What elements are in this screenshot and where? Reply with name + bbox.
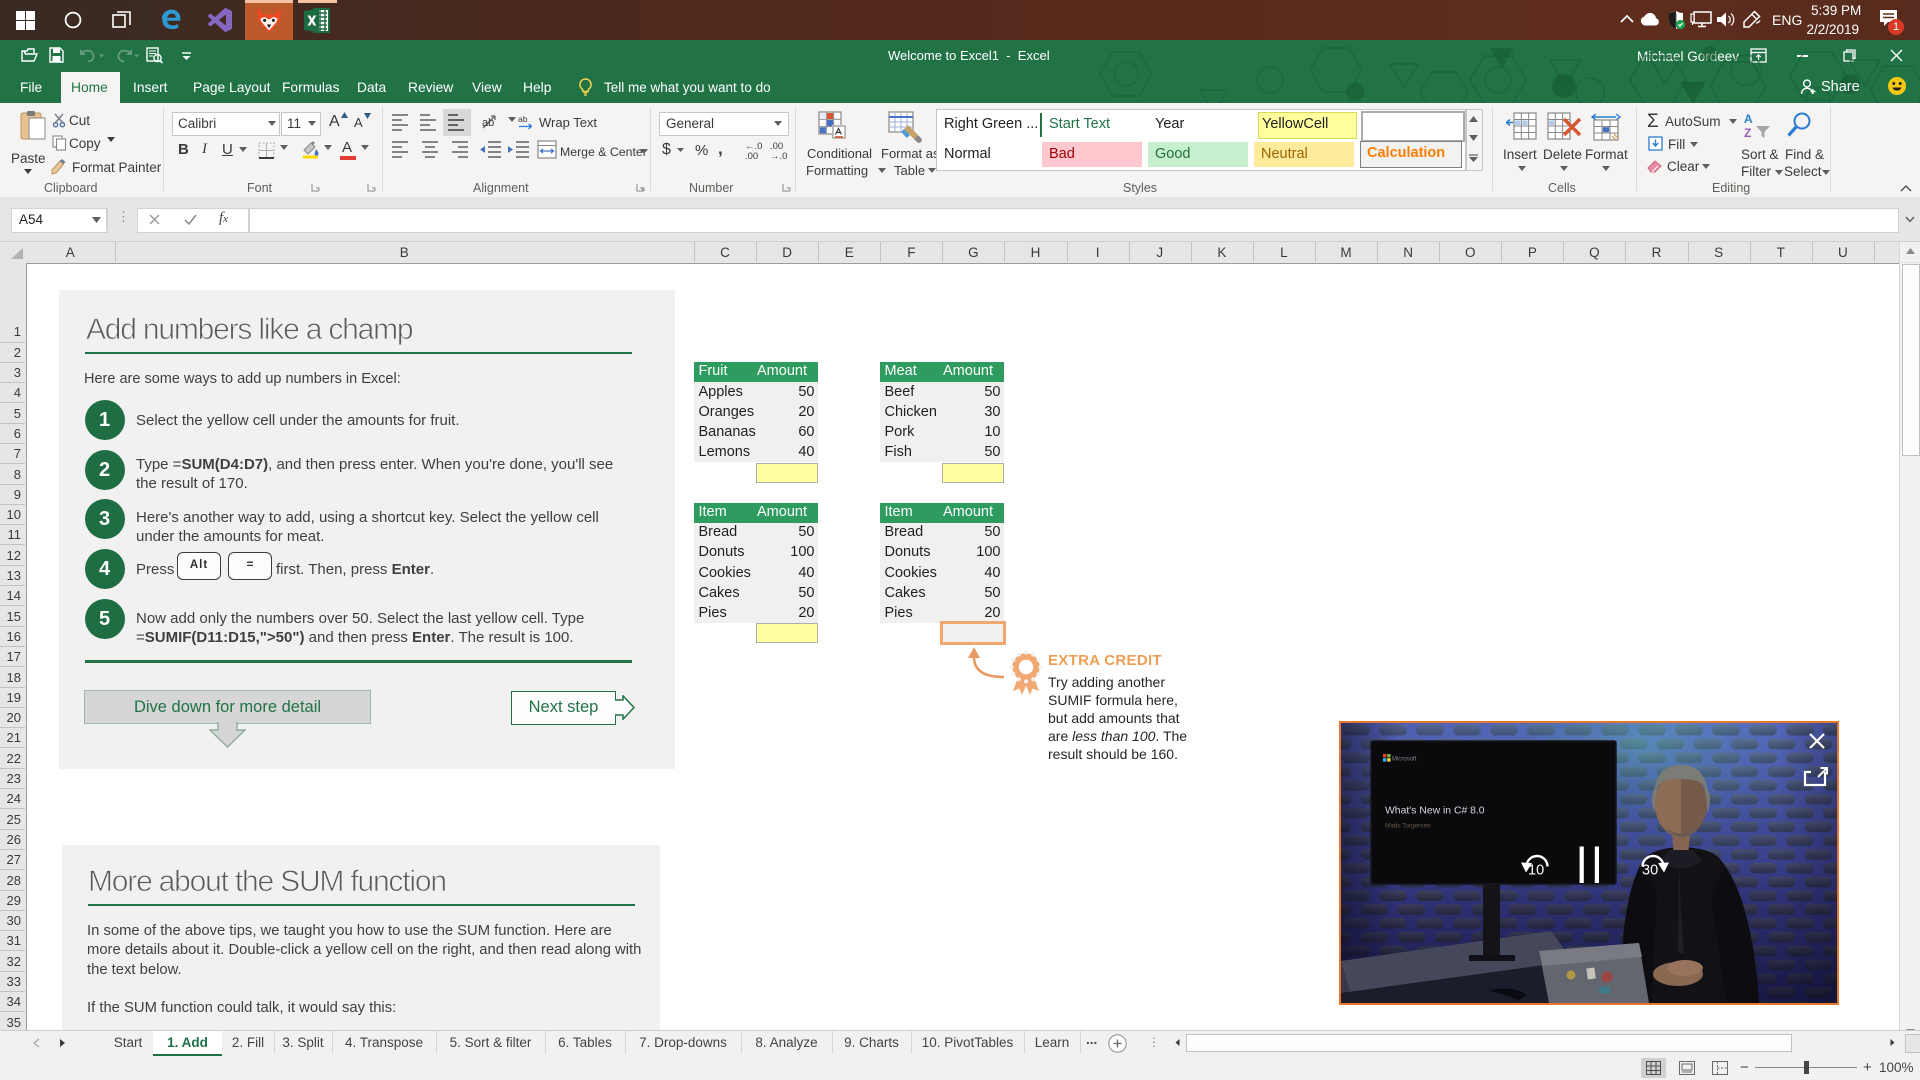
svg-text:30: 30: [1642, 863, 1658, 879]
svg-text:ab: ab: [482, 117, 494, 129]
svg-text:What's New in C# 8.0: What's New in C# 8.0: [1385, 806, 1485, 817]
svg-text:ab: ab: [518, 114, 528, 124]
svg-text:10: 10: [1528, 863, 1544, 879]
svg-text:Microsoft: Microsoft: [1392, 757, 1417, 763]
svg-text:Mads Torgersen: Mads Torgersen: [1385, 823, 1431, 830]
